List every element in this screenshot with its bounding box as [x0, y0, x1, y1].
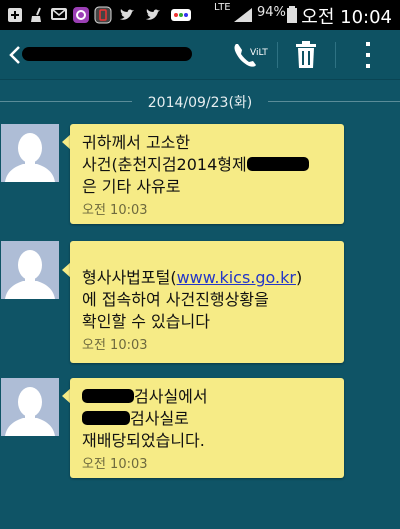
message-bubble[interactable]: 귀하께서 고소한 사건(춘천지검2014형제 은 기타 사유로 오전 10:03	[70, 124, 344, 224]
avatar[interactable]	[1, 378, 59, 436]
delete-icon[interactable]	[286, 38, 326, 72]
default-contact-icon	[1, 241, 59, 299]
network-type: LTE	[214, 2, 231, 13]
message-text-line: 검사실로	[82, 408, 332, 430]
message-text: 사건(춘천지검2014형제	[82, 155, 247, 174]
message-text-line: 검사실에서	[82, 386, 332, 408]
message-text: 확인할 수 있습니다	[82, 312, 210, 331]
message-text-line: 사건(춘천지검2014형제	[82, 154, 332, 176]
avatar[interactable]	[1, 124, 59, 182]
divider	[335, 42, 336, 68]
contact-name-redacted[interactable]	[22, 47, 192, 61]
conversation-date: 2014/09/23(화)	[147, 95, 253, 111]
message-text: 귀하께서 고소한	[82, 133, 191, 152]
message-text: 검사실에서	[134, 387, 208, 406]
add-notification-icon	[8, 8, 22, 22]
redacted-text	[246, 157, 309, 171]
vilte-label: ViLTE	[250, 48, 268, 58]
avatar[interactable]	[1, 241, 59, 299]
app-icon-colorful	[171, 9, 191, 21]
message-time: 오전 10:03	[82, 338, 148, 353]
twitter-icon	[146, 9, 160, 20]
signal-icon	[234, 8, 252, 22]
message-bubble[interactable]: 형사사법포털(www.kics.go.kr) 에 접속하여 사건진행상황을 확인…	[70, 241, 344, 363]
battery-icon	[287, 6, 297, 23]
message-text: 은 기타 사유로	[82, 177, 181, 196]
message-text: 검사실로	[130, 409, 189, 428]
redacted-text	[82, 411, 130, 425]
message-time: 오전 10:03	[82, 457, 148, 472]
link-kics[interactable]: www.kics.go.kr	[177, 268, 296, 287]
message-bubble[interactable]: 검사실에서 검사실로 재배당되었습니다. 오전 10:03	[70, 378, 344, 478]
default-contact-icon	[1, 378, 59, 436]
message-time: 오전 10:03	[82, 203, 148, 218]
divider	[277, 42, 278, 68]
message-icon	[51, 8, 67, 20]
battery-percent: 94%	[257, 5, 286, 20]
message-text: 재배당되었습니다.	[82, 431, 205, 450]
message-text-line: 형사사법포털(www.kics.go.kr)	[82, 267, 332, 289]
app-icon-dark	[94, 6, 112, 24]
app-icon-purple	[73, 7, 89, 23]
vilte-call-icon[interactable]: ViLTE	[228, 38, 268, 72]
message-text: 형사사법포털(	[82, 268, 177, 287]
message-text: 에 접속하여 사건진행상황을	[82, 290, 269, 309]
status-bar: LTE 94% 오전 10:04	[0, 0, 400, 30]
action-bar: ViLTE	[0, 30, 400, 80]
clock: 오전 10:04	[301, 7, 392, 28]
overflow-menu-icon[interactable]	[348, 38, 388, 72]
twitter-icon	[120, 9, 134, 20]
redacted-text	[82, 389, 134, 403]
date-separator: 2014/09/23(화)	[0, 90, 400, 112]
broom-icon	[31, 7, 41, 22]
back-chevron-icon[interactable]	[8, 44, 22, 66]
message-text: )	[295, 268, 303, 287]
default-contact-icon	[1, 124, 59, 182]
date-line-right	[268, 101, 400, 102]
